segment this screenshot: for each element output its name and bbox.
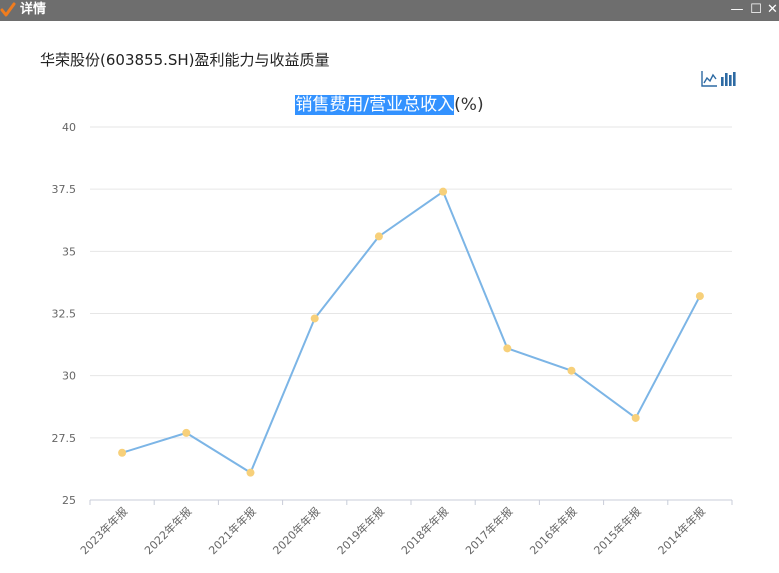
- x-tick-label: 2017年年报: [462, 504, 515, 557]
- x-tick-label: 2015年年报: [591, 504, 644, 557]
- data-point: [246, 468, 255, 477]
- y-tick-label: 32.5: [52, 308, 77, 321]
- data-point: [695, 292, 704, 301]
- y-tick-label: 35: [62, 245, 76, 258]
- y-tick-label: 25: [62, 494, 76, 507]
- data-point: [310, 314, 319, 323]
- line-chart: 25 27.5 30 32.5 35 37.5 40 2023年年报 2022年年报 2021年年…: [52, 121, 733, 557]
- y-tick-label: 40: [62, 121, 76, 134]
- series-line: [121, 190, 701, 475]
- data-point: [567, 366, 576, 375]
- x-tick-label: 2014年年报: [655, 504, 708, 557]
- x-tick-label: 2019年年报: [334, 504, 387, 557]
- data-point: [503, 344, 512, 353]
- data-point: [631, 413, 640, 422]
- data-point: [182, 428, 191, 437]
- x-tick-label: 2021年年报: [206, 504, 259, 557]
- y-tick-label: 37.5: [52, 183, 77, 196]
- data-point: [439, 187, 448, 196]
- x-tick-label: 2023年年报: [77, 504, 130, 557]
- data-point: [374, 232, 383, 241]
- data-point: [118, 448, 127, 457]
- x-tick-label: 2016年年报: [527, 504, 580, 557]
- x-tick-label: 2018年年报: [398, 504, 451, 557]
- x-tick-label: 2022年年报: [141, 504, 194, 557]
- y-tick-label: 27.5: [52, 432, 77, 445]
- y-tick-label: 30: [62, 370, 76, 383]
- x-tick-label: 2020年年报: [270, 504, 323, 557]
